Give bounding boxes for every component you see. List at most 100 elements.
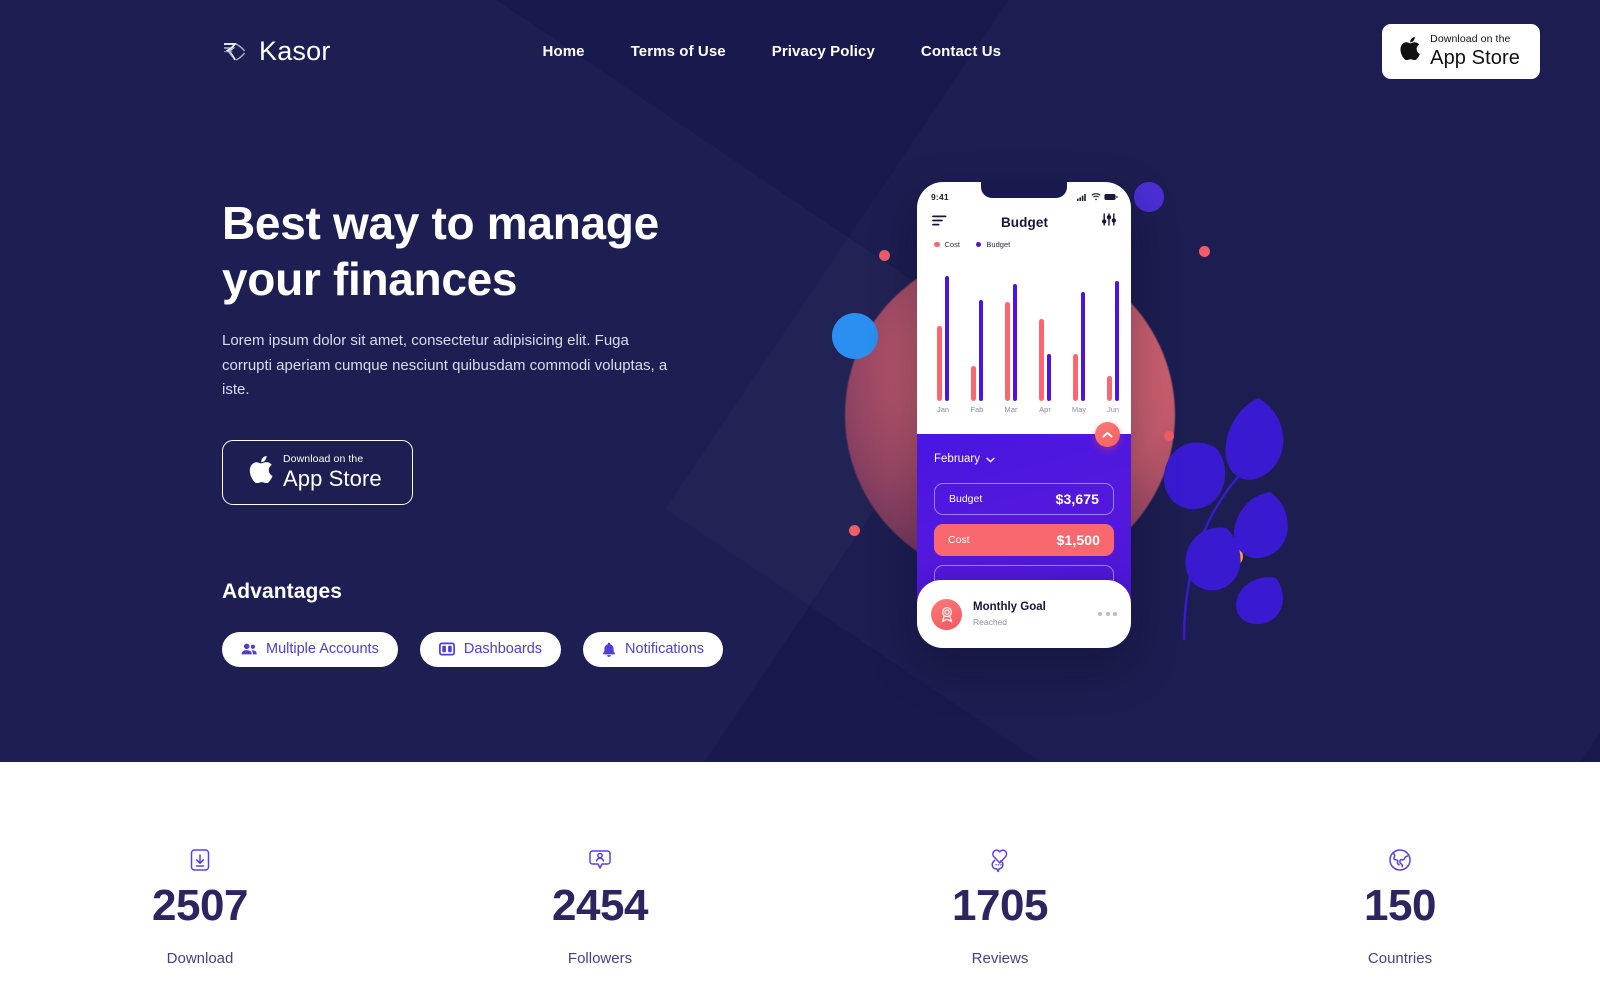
row-value: $1,500	[1056, 532, 1100, 548]
hero-section: Kasor Home Terms of Use Privacy Policy C…	[0, 0, 1600, 762]
header-cta-wrapper: Download on the App Store	[1382, 24, 1540, 79]
hero-diagonal-overlay-2	[665, 0, 1600, 762]
stat-label: Reviews	[971, 950, 1029, 967]
globe-icon	[1387, 846, 1413, 874]
stat-reviews: 1705 Reviews	[800, 846, 1200, 967]
chart-bar-group	[929, 271, 957, 401]
chart-bar-group	[1099, 271, 1127, 401]
user-bubble-icon	[587, 846, 613, 874]
chart-bar-group	[1065, 271, 1093, 401]
site-header: Kasor Home Terms of Use Privacy Policy C…	[0, 0, 1600, 103]
users-icon	[241, 642, 257, 656]
stat-download: 2507 Download	[0, 846, 400, 967]
chart-bar-cost	[1107, 376, 1112, 401]
advantages-heading: Advantages	[222, 579, 343, 603]
chart-bar-group	[997, 271, 1025, 401]
stat-value: 2454	[552, 881, 648, 930]
advantage-pill-label: Notifications	[625, 641, 705, 658]
apple-icon	[249, 455, 273, 488]
stat-label: Download	[166, 950, 234, 967]
hero-title-line-2: your finances	[222, 252, 518, 305]
coral-dot-decoration	[879, 250, 890, 261]
phone-app-title: Budget	[1000, 214, 1049, 230]
chart-bar-budget	[1114, 281, 1119, 401]
phone-mockup: 9:41 Budget Cost Budget Jan Fab Mar Apr …	[917, 182, 1131, 648]
app-store-subtitle: Download on the	[1430, 33, 1511, 46]
apple-icon	[1400, 37, 1420, 65]
purple-circle-decoration	[1134, 182, 1164, 212]
plant-leaves-decoration	[1130, 352, 1295, 647]
status-time: 9:41	[931, 192, 949, 202]
chart-bar-budget	[1012, 284, 1017, 401]
stat-value: 1705	[952, 881, 1048, 930]
chart-x-label: May	[1071, 405, 1087, 414]
legend-color-swatch	[975, 241, 982, 248]
chart-legend: Cost Budget	[917, 231, 1131, 249]
budget-bar-chart	[917, 261, 1131, 401]
chevron-up-icon	[1102, 426, 1113, 444]
hero-app-store-button[interactable]: Download on the App Store	[222, 440, 413, 505]
chart-x-label: Jun	[1106, 405, 1120, 414]
bell-icon	[602, 642, 616, 657]
main-navigation: Home Terms of Use Privacy Policy Contact…	[543, 43, 1002, 60]
award-medal-icon	[931, 598, 962, 630]
purple-circle-decoration-small	[1263, 498, 1279, 514]
hero-title-line-1: Best way to manage	[222, 197, 659, 249]
chart-x-label: Mar	[1004, 405, 1018, 414]
advantage-pill-label: Dashboards	[463, 641, 543, 658]
hero-paragraph: Lorem ipsum dolor sit amet, consectetur …	[222, 332, 668, 398]
scroll-up-fab-button[interactable]	[1095, 422, 1120, 447]
download-box-icon	[187, 846, 213, 874]
nav-item-privacy-policy[interactable]: Privacy Policy	[772, 43, 875, 60]
coral-dot-decoration	[1199, 246, 1210, 257]
more-dots-icon[interactable]	[1098, 612, 1117, 616]
coral-dot-decoration	[1164, 431, 1174, 441]
app-store-button-text: Download on the App Store	[283, 454, 382, 490]
chevron-down-icon	[986, 450, 995, 468]
chart-x-axis-labels: Jan Fab Mar Apr May Jun	[917, 401, 1131, 414]
status-icons	[1077, 188, 1118, 206]
app-store-title: App Store	[1430, 46, 1520, 69]
legend-item-cost: Cost	[934, 240, 960, 249]
wifi-icon	[1091, 188, 1101, 206]
chart-bar-cost	[1039, 319, 1044, 401]
phone-app-header: Budget	[917, 206, 1131, 231]
legend-label: Budget	[986, 240, 1011, 249]
brand-name: Kasor	[259, 36, 331, 66]
nav-item-terms-of-use[interactable]: Terms of Use	[631, 43, 726, 60]
nav-item-home[interactable]: Home	[543, 43, 585, 60]
chart-x-label: Jan	[936, 405, 950, 414]
app-store-subtitle: Download on the	[283, 453, 364, 466]
sliders-icon[interactable]	[1102, 213, 1117, 231]
monthly-goal-title: Monthly Goal	[973, 601, 1046, 614]
row-value: $3,675	[1055, 491, 1099, 507]
stat-countries: 150 Countries	[1200, 846, 1600, 967]
cost-amount-row[interactable]: Cost $1,500	[934, 524, 1114, 556]
budget-amount-row[interactable]: Budget $3,675	[934, 483, 1114, 515]
stat-followers: 2454 Followers	[400, 846, 800, 967]
advantage-pill-dashboards[interactable]: Dashboards	[419, 631, 562, 667]
nav-item-contact-us[interactable]: Contact Us	[921, 43, 1001, 60]
chart-x-label: Fab	[970, 405, 984, 414]
chart-x-label: Apr	[1039, 405, 1051, 414]
month-selector[interactable]: February	[934, 450, 1114, 468]
monthly-goal-card[interactable]: Monthly Goal Reached	[917, 580, 1131, 648]
stat-label: Followers	[567, 950, 633, 967]
chart-bar-budget	[944, 276, 949, 401]
stats-section: 2507 Download 2454 Followers 1705 Review…	[0, 762, 1600, 1000]
chart-bar-cost	[937, 325, 942, 401]
hero-cta-wrapper: Download on the App Store	[222, 440, 782, 505]
row-key: Budget	[949, 493, 983, 505]
chart-bar-cost	[971, 365, 976, 401]
app-store-title: App Store	[283, 465, 382, 491]
chart-bar-cost	[1005, 302, 1010, 401]
hamburger-icon[interactable]	[932, 213, 947, 231]
legend-color-swatch	[934, 241, 940, 248]
brand-logo[interactable]: Kasor	[222, 36, 331, 67]
row-key: Cost	[948, 534, 970, 546]
signal-icon	[1077, 188, 1088, 206]
advantage-pill-multiple-accounts[interactable]: Multiple Accounts	[222, 631, 398, 667]
chart-bar-budget	[1046, 354, 1051, 401]
header-app-store-button[interactable]: Download on the App Store	[1382, 24, 1540, 79]
advantage-pill-notifications[interactable]: Notifications	[583, 631, 724, 667]
